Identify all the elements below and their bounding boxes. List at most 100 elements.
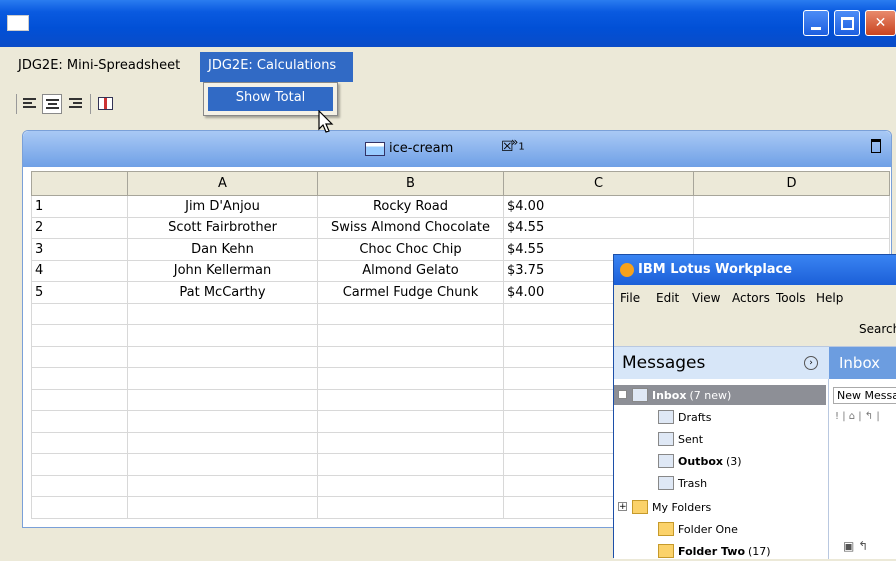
table-row[interactable]: 2 Scott Fairbrother Swiss Almond Chocolate…: [31, 216, 890, 239]
empty-cell[interactable]: [31, 388, 128, 411]
window-titlebar[interactable]: ✕: [0, 0, 896, 47]
cell-a[interactable]: Scott Fairbrother: [127, 216, 318, 239]
empty-cell[interactable]: [31, 302, 128, 325]
show-total-menu-item[interactable]: Show Total: [208, 87, 333, 111]
empty-cell[interactable]: [317, 388, 504, 411]
column-header-d[interactable]: D: [693, 171, 890, 196]
empty-cell[interactable]: [127, 302, 318, 325]
empty-cell[interactable]: [127, 388, 318, 411]
close-button[interactable]: ✕: [865, 10, 896, 36]
messages-panel: Messages › − Inbox (7 new) Drafts Sent Outbox…: [614, 347, 829, 559]
expand-icon[interactable]: +: [618, 502, 627, 512]
folder-tree-item[interactable]: Sent: [614, 429, 703, 449]
empty-cell[interactable]: [317, 453, 504, 476]
spreadsheet-icon: [365, 141, 385, 156]
lotus-menu-tools[interactable]: Tools: [776, 291, 806, 305]
lotus-titlebar[interactable]: IBM Lotus Workplace: [614, 255, 896, 285]
align-left-button[interactable]: [20, 94, 40, 114]
inbox-footer-icons[interactable]: ▣ ↰: [843, 539, 868, 553]
cell-a[interactable]: Dan Kehn: [127, 238, 318, 261]
align-center-button[interactable]: [42, 94, 62, 114]
collapse-icon[interactable]: −: [618, 390, 627, 400]
cell-n[interactable]: 3: [31, 238, 128, 261]
empty-cell[interactable]: [127, 453, 318, 476]
empty-cell[interactable]: [317, 431, 504, 454]
empty-cell[interactable]: [317, 474, 504, 497]
align-left-icon: [23, 98, 36, 110]
empty-cell[interactable]: [127, 367, 318, 390]
cell-b[interactable]: Swiss Almond Chocolate: [317, 216, 504, 239]
empty-cell[interactable]: [31, 431, 128, 454]
lotus-menu-edit[interactable]: Edit: [656, 291, 679, 305]
empty-cell[interactable]: [31, 453, 128, 476]
empty-cell[interactable]: [127, 474, 318, 497]
folder-tree-item[interactable]: Folder Two (17): [614, 541, 771, 561]
cell-a[interactable]: John Kellerman: [127, 259, 318, 282]
cell-b[interactable]: Almond Gelato: [317, 259, 504, 282]
empty-cell[interactable]: [31, 410, 128, 433]
cell-d[interactable]: [693, 216, 890, 239]
empty-cell[interactable]: [31, 345, 128, 368]
tab-ice-cream[interactable]: ice-cream: [365, 141, 453, 156]
cell-n[interactable]: 4: [31, 259, 128, 282]
cell-d[interactable]: [693, 195, 890, 218]
empty-cell[interactable]: [31, 474, 128, 497]
cell-a[interactable]: Jim D'Anjou: [127, 195, 318, 218]
folder-tree-item[interactable]: + My Folders: [614, 497, 711, 517]
cell-n[interactable]: 1: [31, 195, 128, 218]
align-right-button[interactable]: [66, 94, 86, 114]
menu-mini-spreadsheet[interactable]: JDG2E: Mini-Spreadsheet: [10, 52, 188, 82]
menu-calculations[interactable]: JDG2E: Calculations: [200, 52, 353, 82]
minimize-button[interactable]: [803, 10, 829, 36]
inbox-panel: Inbox New Message ! | ⌂ | ↰ | ▣ ↰: [829, 347, 896, 559]
cell-a[interactable]: Pat McCarthy: [127, 281, 318, 304]
collapse-chevron-icon[interactable]: ›: [804, 356, 818, 370]
empty-cell[interactable]: [127, 431, 318, 454]
folder-tree-item[interactable]: − Inbox (7 new): [614, 385, 826, 405]
lotus-menu-actors[interactable]: Actors: [732, 291, 770, 305]
empty-cell[interactable]: [127, 496, 318, 519]
empty-cell[interactable]: [317, 302, 504, 325]
maximize-button[interactable]: [834, 10, 860, 36]
mouse-cursor-icon: [318, 110, 334, 133]
view-tab-bar: ice-cream ☒ »1: [23, 131, 891, 167]
empty-cell[interactable]: [31, 367, 128, 390]
folder-tree-item[interactable]: Outbox (3): [614, 451, 742, 471]
column-header-c[interactable]: C: [503, 171, 694, 196]
cell-b[interactable]: Rocky Road: [317, 195, 504, 218]
cell-b[interactable]: Carmel Fudge Chunk: [317, 281, 504, 304]
tab-overflow-icon[interactable]: »1: [511, 135, 525, 152]
empty-cell[interactable]: [317, 345, 504, 368]
search-link[interactable]: Search: [859, 322, 896, 336]
folder-label: Trash: [678, 476, 708, 490]
empty-cell[interactable]: [31, 324, 128, 347]
lotus-menu-help[interactable]: Help: [816, 291, 843, 305]
toolbar-separator: [90, 94, 91, 114]
cell-n[interactable]: 5: [31, 281, 128, 304]
empty-cell[interactable]: [127, 324, 318, 347]
view-maximize-icon[interactable]: [871, 139, 881, 153]
lotus-menu-file[interactable]: File: [620, 291, 640, 305]
cell-n[interactable]: 2: [31, 216, 128, 239]
column-header-corner[interactable]: [31, 171, 128, 196]
column-header-b[interactable]: B: [317, 171, 504, 196]
chart-button[interactable]: [96, 94, 116, 114]
empty-cell[interactable]: [127, 410, 318, 433]
new-message-button[interactable]: New Message: [833, 387, 896, 404]
cell-c[interactable]: $4.55: [503, 216, 694, 239]
cell-b[interactable]: Choc Choc Chip: [317, 238, 504, 261]
empty-cell[interactable]: [31, 496, 128, 519]
empty-cell[interactable]: [127, 345, 318, 368]
folder-tree-item[interactable]: Drafts: [614, 407, 711, 427]
folder-tree-item[interactable]: Trash: [614, 473, 707, 493]
cell-c[interactable]: $4.00: [503, 195, 694, 218]
empty-cell[interactable]: [317, 410, 504, 433]
lotus-menu-view[interactable]: View: [692, 291, 720, 305]
table-row[interactable]: 1 Jim D'Anjou Rocky Road $4.00: [31, 195, 890, 218]
empty-cell[interactable]: [317, 324, 504, 347]
empty-cell[interactable]: [317, 367, 504, 390]
column-header-a[interactable]: A: [127, 171, 318, 196]
folder-tree-item[interactable]: Folder One: [614, 519, 738, 539]
chart-icon: [98, 97, 113, 110]
empty-cell[interactable]: [317, 496, 504, 519]
